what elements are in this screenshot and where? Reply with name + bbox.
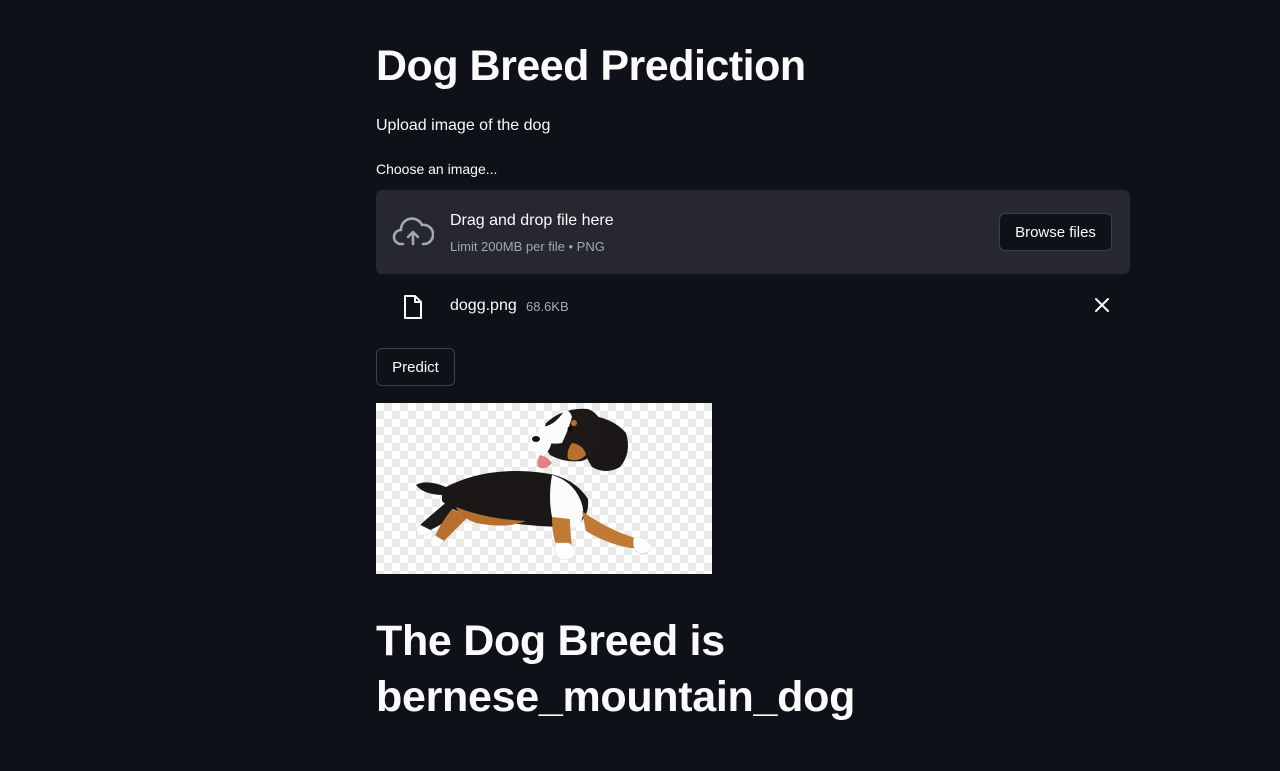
close-icon[interactable] — [1092, 295, 1112, 315]
page-subtitle: Upload image of the dog — [376, 117, 551, 134]
uploaded-file-name: dogg.png — [450, 297, 517, 314]
cloud-upload-icon — [392, 217, 434, 246]
prediction-result: The Dog Breed is bernese_mountain_dog — [376, 617, 856, 721]
uploaded-file-size: 68.6KB — [526, 299, 569, 314]
page-title: Dog Breed Prediction — [376, 42, 806, 90]
file-uploader-label: Choose an image... — [376, 161, 498, 177]
browse-files-button[interactable]: Browse files — [999, 213, 1112, 251]
file-icon — [404, 295, 422, 319]
uploaded-dog-image — [376, 403, 712, 574]
dropzone-limit: Limit 200MB per file • PNG — [450, 239, 605, 254]
dog-illustration — [416, 408, 653, 560]
file-dropzone[interactable]: Drag and drop file here Limit 200MB per … — [376, 190, 1130, 274]
uploaded-file-item: dogg.png 68.6KB — [376, 286, 1130, 326]
predict-button[interactable]: Predict — [376, 348, 455, 386]
dropzone-instructions: Drag and drop file here — [450, 212, 614, 229]
